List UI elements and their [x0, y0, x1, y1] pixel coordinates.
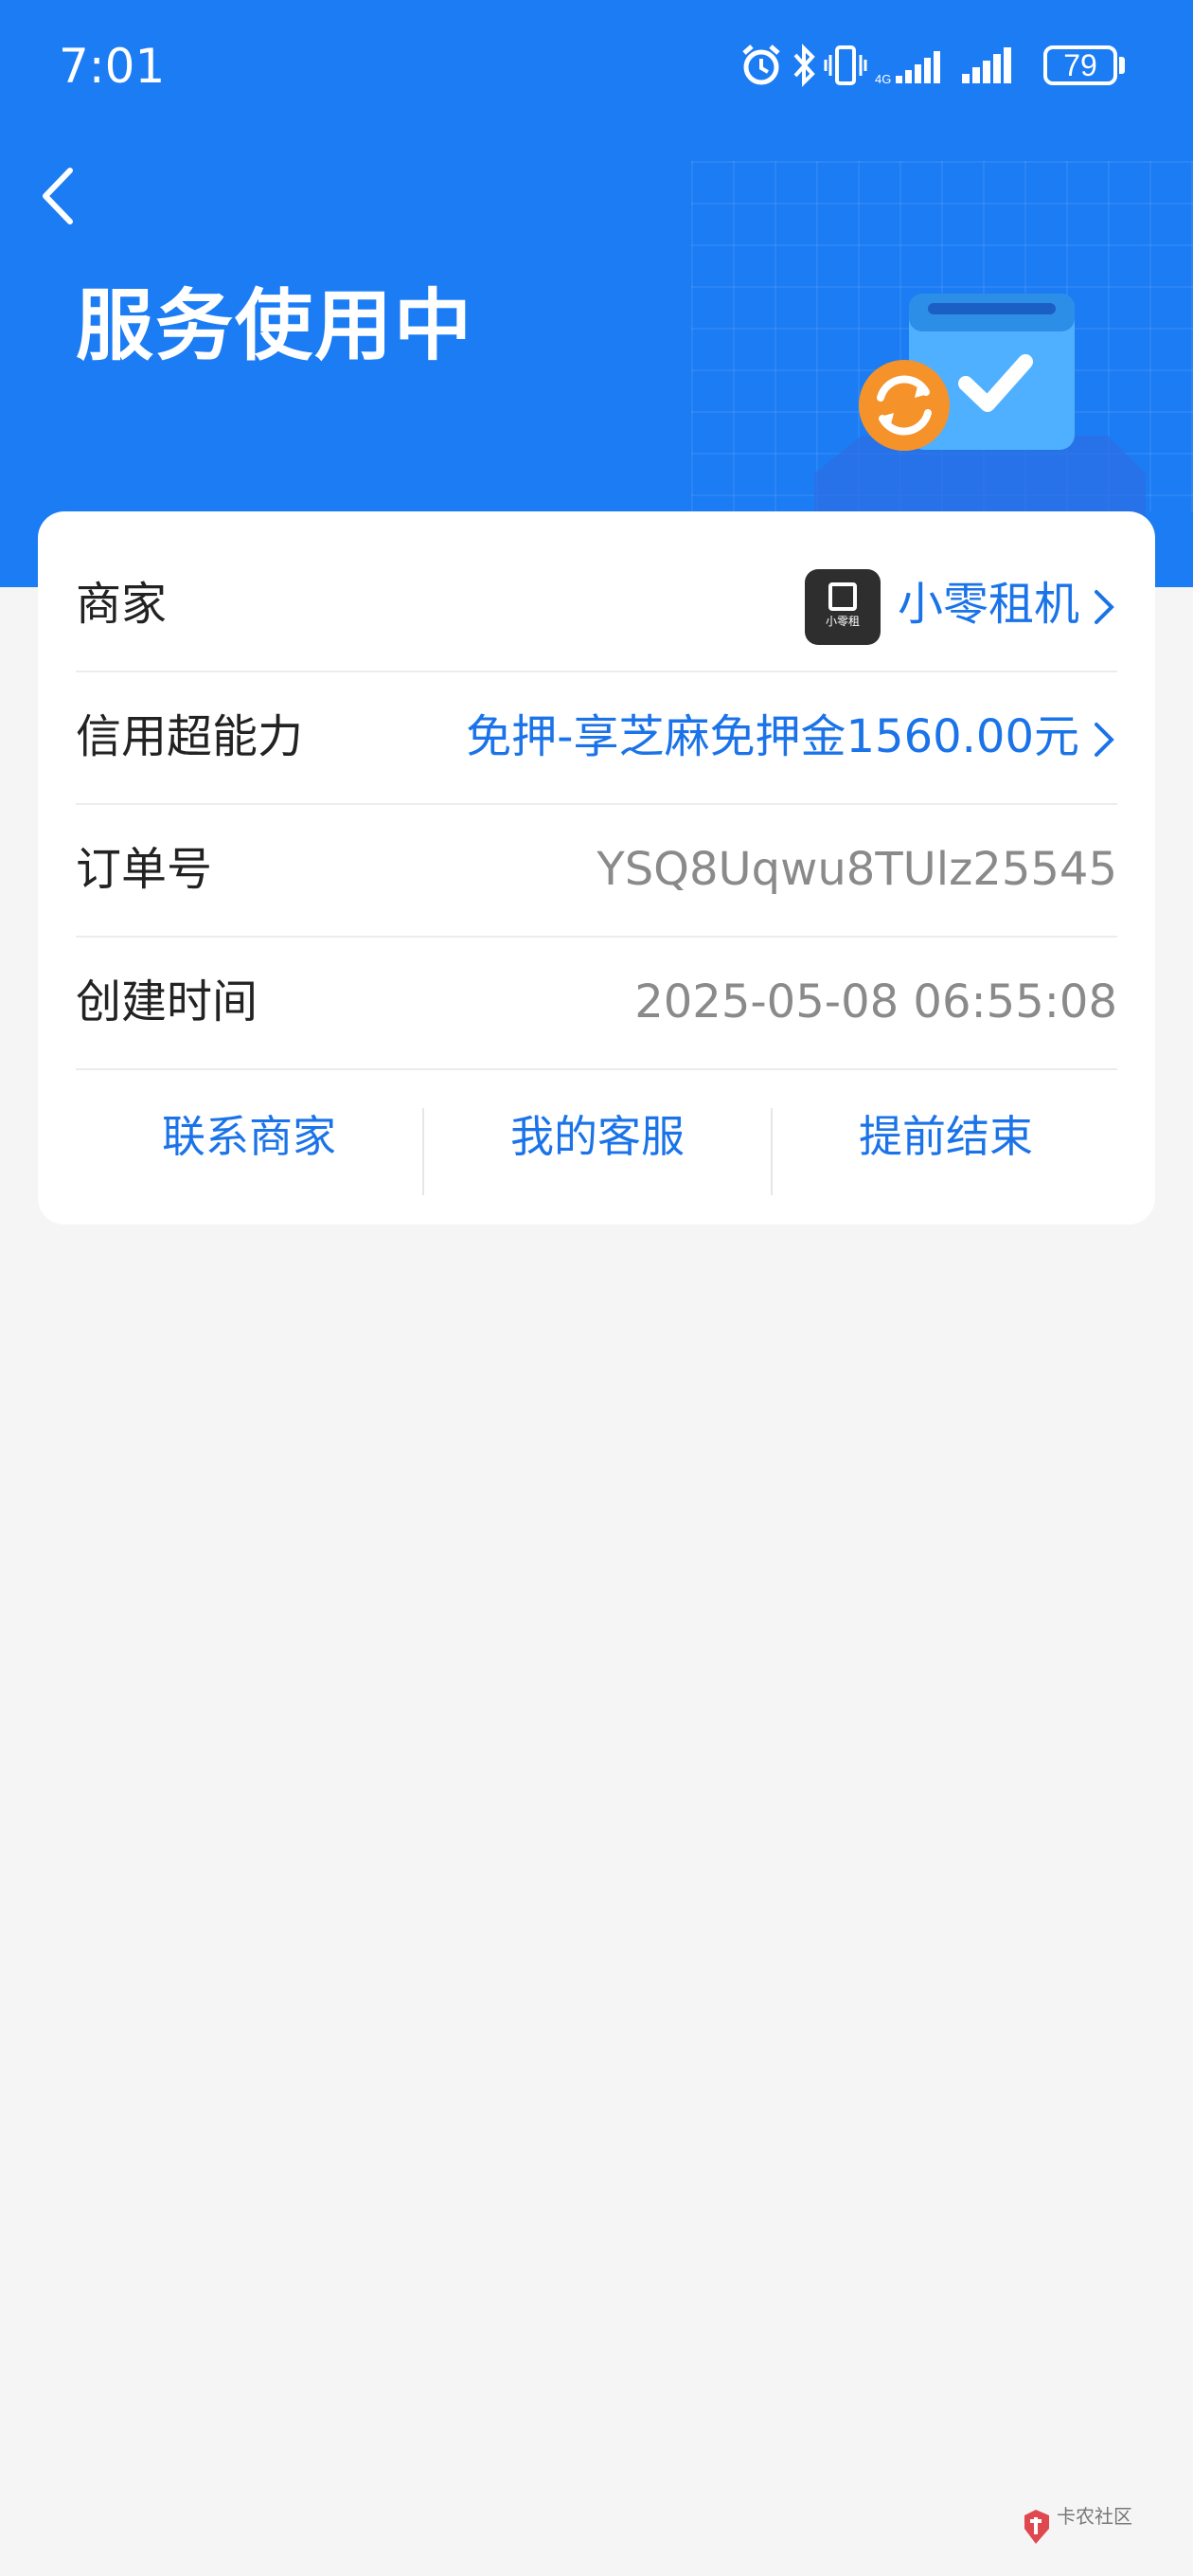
- bluetooth-icon: [793, 44, 815, 87]
- order-number-value: YSQ8Uqwu8TUlz25545: [596, 843, 1117, 896]
- merchant-value[interactable]: 小零租 小零租机: [804, 538, 1117, 671]
- order-number-label: 订单号: [76, 843, 213, 896]
- page-title: 服务使用中: [76, 281, 474, 371]
- battery-icon: 79: [1043, 45, 1117, 85]
- watermark: 卡农社区: [1021, 2506, 1182, 2548]
- created-time-value: 2025-05-08 06:55:08: [634, 975, 1117, 1029]
- watermark-logo-icon: [1024, 2510, 1049, 2544]
- credit-text[interactable]: 免押-享芝麻免押金1560.00元: [466, 710, 1079, 763]
- chevron-right-icon: [1095, 590, 1114, 624]
- order-number-row: 订单号 YSQ8Uqwu8TUlz25545: [76, 803, 1117, 938]
- signal-icon: [962, 47, 1011, 83]
- vibrate-icon: [824, 45, 867, 85]
- created-time-label: 创建时间: [76, 975, 258, 1029]
- watermark-text: 卡农社区: [1057, 2505, 1132, 2528]
- credit-label: 信用超能力: [76, 710, 304, 763]
- merchant-name[interactable]: 小零租机: [898, 578, 1079, 631]
- merchant-logo: 小零租: [804, 569, 881, 645]
- merchant-label: 商家: [76, 578, 168, 631]
- battery-tip: [1119, 57, 1125, 74]
- status-bar: 7:01 4G 79: [0, 0, 1193, 133]
- status-icons: 4G 79: [740, 42, 1129, 95]
- order-card: 商家 小零租 小零租机 信用超能力 免押-享芝麻免押金1560.00元 订单号 …: [38, 511, 1155, 1225]
- merchant-logo-square: [828, 582, 857, 611]
- merchant-logo-text: 小零租: [825, 615, 860, 628]
- back-chevron-icon[interactable]: [36, 163, 83, 229]
- action-bar: 联系商家 我的客服 提前结束: [76, 1080, 1119, 1195]
- contact-merchant-button[interactable]: 联系商家: [76, 1080, 422, 1193]
- chevron-right-icon: [1095, 723, 1114, 757]
- customer-service-button[interactable]: 我的客服: [424, 1080, 771, 1193]
- merchant-row[interactable]: 商家 小零租 小零租机: [76, 538, 1117, 672]
- signal-icon: 4G: [875, 51, 940, 86]
- svg-text:4G: 4G: [875, 72, 891, 86]
- header: 7:01 4G 79 服务使用中: [0, 0, 1193, 587]
- created-time-row: 创建时间 2025-05-08 06:55:08: [76, 936, 1117, 1070]
- end-early-button[interactable]: 提前结束: [773, 1080, 1119, 1193]
- status-time: 7:01: [59, 39, 166, 94]
- credit-row[interactable]: 信用超能力 免押-享芝麻免押金1560.00元: [76, 671, 1117, 805]
- alarm-icon: [742, 45, 780, 85]
- credit-value[interactable]: 免押-享芝麻免押金1560.00元: [466, 671, 1117, 803]
